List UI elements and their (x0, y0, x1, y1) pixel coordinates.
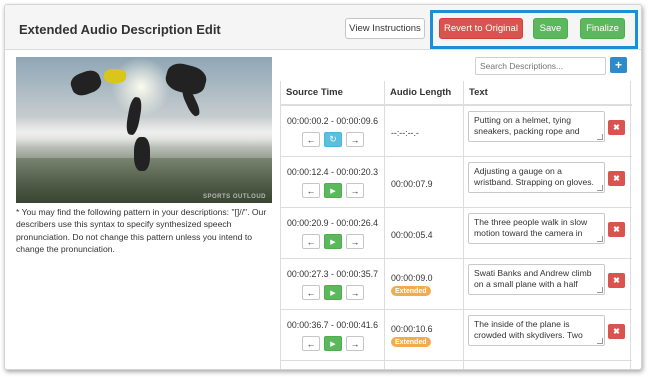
resize-grip-icon[interactable] (597, 338, 603, 344)
description-textarea[interactable]: Swati Banks and Andrew climb on a small … (468, 264, 605, 295)
source-time: 00:00:00.2 - 00:00:09.6 (287, 116, 378, 126)
revert-to-original-button[interactable]: Revert to Original (439, 18, 523, 39)
skydiver-figure (104, 69, 126, 83)
table-row: 00:00:27.3 - 00:00:35.7 ← ▶ → 00:00:09.0 Exte… (281, 259, 632, 310)
audio-length: 00:00:10.6 (391, 324, 433, 334)
column-header-text: Text (464, 81, 632, 106)
skydiver-figure (68, 67, 104, 99)
table-row: 00:00:12.4 - 00:00:20.3 ← ▶ → 00:00:07.9 Adju… (281, 157, 632, 208)
close-icon: ✖ (613, 327, 620, 336)
arrow-right-icon: → (350, 338, 360, 349)
audio-length: 00:00:09.0 (391, 273, 433, 283)
audio-length: 00:00:05.4 (391, 230, 433, 240)
table-row: 00:00:36.7 - 00:00:41.6 ← ▶ → 00:00:10.6 Exte… (281, 310, 632, 361)
arrow-left-button[interactable]: ← (302, 234, 320, 249)
arrow-right-icon: → (350, 185, 360, 196)
source-time: 00:00:27.3 - 00:00:35.7 (287, 269, 378, 279)
delete-description-button[interactable]: ✖ (608, 273, 625, 288)
arrow-right-icon: → (350, 236, 360, 247)
audio-length: --:--:--.- (391, 128, 419, 138)
plus-icon: + (614, 58, 622, 72)
delete-description-button[interactable]: ✖ (608, 324, 625, 339)
resize-grip-icon[interactable] (597, 185, 603, 191)
close-icon: ✖ (613, 123, 620, 132)
close-icon: ✖ (613, 174, 620, 183)
arrow-right-icon: → (350, 134, 360, 145)
refresh-icon: ↻ (329, 134, 337, 144)
arrow-left-button[interactable]: ← (302, 285, 320, 300)
source-time: 00:00:20.9 - 00:00:26.4 (287, 218, 378, 228)
extended-badge: Extended (391, 337, 431, 347)
play-icon: ▶ (330, 340, 336, 348)
arrow-left-icon: ← (306, 236, 316, 247)
resize-grip-icon[interactable] (597, 236, 603, 242)
description-text: Putting on a helmet, tying sneakers, pac… (474, 115, 580, 137)
source-time: 00:00:12.4 - 00:00:20.3 (287, 167, 378, 177)
descriptions-table: Source Time Audio Length Text 00:00:00.2… (280, 81, 632, 369)
table-row: 00:00:00.2 - 00:00:09.6 ← ↻ → --:--:--.- Putt… (281, 106, 632, 157)
arrow-right-button[interactable]: → (346, 234, 364, 249)
arrow-left-button[interactable]: ← (302, 183, 320, 198)
description-textarea[interactable]: Putting on a helmet, tying sneakers, pac… (468, 111, 605, 142)
play-button[interactable]: ▶ (324, 183, 342, 198)
add-description-button[interactable]: + (610, 57, 627, 73)
description-text: The inside of the plane is crowded with … (474, 319, 583, 341)
column-header-source-time: Source Time (281, 81, 385, 106)
description-textarea[interactable]: The three people walk in slow motion tow… (468, 213, 605, 244)
editor-panel: Extended Audio Description Edit View Ins… (4, 4, 642, 370)
pronunciation-note: * You may find the following pattern in … (16, 207, 267, 254)
finalize-button[interactable]: Finalize (580, 18, 625, 39)
skydiver-figure (134, 137, 150, 171)
arrow-right-button[interactable]: → (346, 285, 364, 300)
video-watermark: SPORTS OUTLOUD (202, 194, 266, 200)
source-time: 00:00:36.7 - 00:00:41.6 (287, 320, 378, 330)
description-text: The three people walk in slow motion tow… (474, 217, 588, 239)
play-icon: ▶ (330, 187, 336, 195)
arrow-left-icon: ← (306, 134, 316, 145)
extended-badge: Extended (391, 286, 431, 296)
description-textarea[interactable]: Adjusting a gauge on a wristband. Strapp… (468, 162, 605, 193)
close-icon: ✖ (613, 276, 620, 285)
video-player[interactable]: SPORTS OUTLOUD (16, 57, 272, 203)
header-bar: Extended Audio Description Edit View Ins… (5, 5, 641, 50)
arrow-right-button[interactable]: → (346, 132, 364, 147)
arrow-right-icon: → (350, 287, 360, 298)
arrow-right-button[interactable]: → (346, 336, 364, 351)
close-icon: ✖ (613, 225, 620, 234)
play-icon: ▶ (330, 289, 336, 297)
arrow-left-button[interactable]: ← (302, 132, 320, 147)
play-button[interactable]: ▶ (324, 285, 342, 300)
arrow-left-icon: ← (306, 338, 316, 349)
arrow-left-icon: ← (306, 287, 316, 298)
description-text: Adjusting a gauge on a wristband. Strapp… (474, 166, 594, 188)
audio-length: 00:00:07.9 (391, 179, 433, 189)
play-button[interactable]: ▶ (324, 234, 342, 249)
description-text: Swati Banks and Andrew climb on a small … (474, 268, 592, 290)
play-icon: ▶ (330, 238, 336, 246)
refresh-button[interactable]: ↻ (324, 132, 342, 147)
resize-grip-icon[interactable] (597, 134, 603, 140)
save-button[interactable]: Save (533, 18, 568, 39)
column-header-audio-length: Audio Length (385, 81, 464, 106)
arrow-left-icon: ← (306, 185, 316, 196)
delete-description-button[interactable]: ✖ (608, 222, 625, 237)
search-descriptions-input[interactable] (475, 57, 606, 75)
description-textarea[interactable]: The inside of the plane is crowded with … (468, 315, 605, 346)
play-button[interactable]: ▶ (324, 336, 342, 351)
arrow-right-button[interactable]: → (346, 183, 364, 198)
delete-description-button[interactable]: ✖ (608, 171, 625, 186)
page-title: Extended Audio Description Edit (19, 22, 221, 37)
table-row: 00:00:20.9 - 00:00:26.4 ← ▶ → 00:00:05.4 The … (281, 208, 632, 259)
view-instructions-button[interactable]: View Instructions (345, 18, 425, 39)
resize-grip-icon[interactable] (597, 287, 603, 293)
delete-description-button[interactable]: ✖ (608, 120, 625, 135)
arrow-left-button[interactable]: ← (302, 336, 320, 351)
